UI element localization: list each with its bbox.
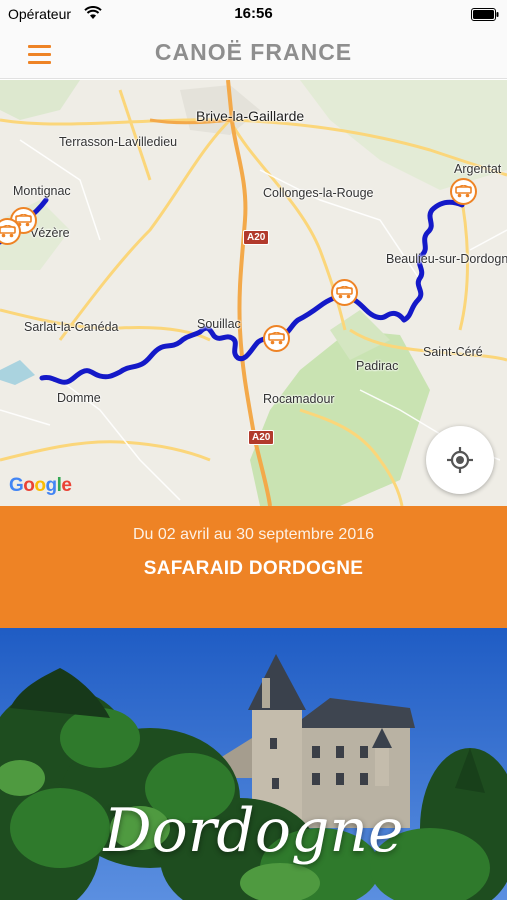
canoe-station-marker[interactable] [450,178,477,205]
map-label-beaulieu: Beaulieu-sur-Dordogne [386,252,507,266]
nav-bar: CANOË FRANCE [0,30,507,79]
map-label-vezere: Vézère [30,226,70,240]
locate-me-icon [447,447,473,473]
google-attribution: Google [9,475,72,496]
status-bar: Opérateur 16:56 [0,0,507,30]
hero-title: Dordogne [103,796,404,866]
canoe-station-icon [0,225,16,238]
canoe-station-icon [455,185,472,198]
map-label-domme: Domme [57,391,101,405]
canoe-station-marker[interactable] [331,279,358,306]
map-label-saint-cere: Saint-Céré [423,345,483,359]
event-banner[interactable]: Du 02 avril au 30 septembre 2016 SAFARAI… [0,506,507,628]
event-dates: Du 02 avril au 30 septembre 2016 [132,526,375,543]
map-label-brive: Brive-la-Gaillarde [196,108,305,124]
canoe-station-marker[interactable] [263,325,290,352]
map-label-rocamadour: Rocamadour [263,392,335,406]
map-label-sarlat: Sarlat-la-Canéda [24,320,119,334]
battery-icon [471,8,499,21]
map-label-terrasson: Terrasson-Lavilledieu [59,135,178,149]
canoe-station-icon [336,286,353,299]
map-label-montignac: Montignac [13,184,71,198]
status-time: 16:56 [234,5,273,22]
event-title: SAFARAID DORDOGNE [143,558,364,579]
map-label-souillac: Souillac [197,317,241,331]
hero-image[interactable]: Dordogne [0,628,507,900]
map-view[interactable]: Brive-la-Gaillarde Terrasson-Lavilledieu… [0,80,507,506]
map-label-collonges: Collonges-la-Rouge [263,186,374,200]
road-shield-a20: A20 [248,430,275,445]
locate-me-button[interactable] [426,426,494,494]
map-label-argentat: Argentat [454,162,502,176]
road-shield-a20: A20 [243,230,270,245]
canoe-station-icon [268,332,285,345]
brand-name: CANOË FRANCE [154,39,353,65]
brand-logo: CANOË FRANCE [0,39,507,66]
map-label-padirac: Padirac [356,359,399,373]
